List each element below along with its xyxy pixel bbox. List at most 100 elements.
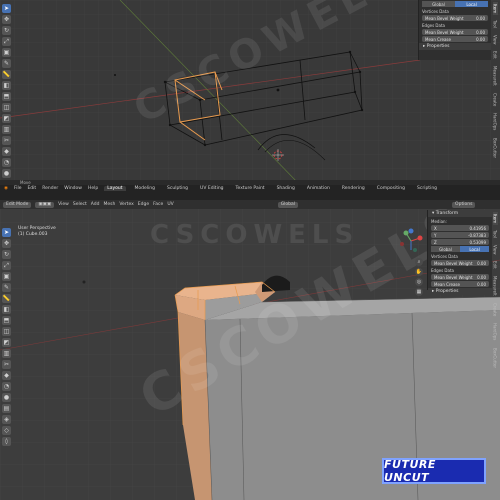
rotate-icon[interactable]: ↻	[2, 250, 11, 259]
blender-logo-icon[interactable]: ◉	[4, 186, 8, 191]
tab-item[interactable]: Item	[492, 2, 498, 16]
loopcut-icon[interactable]: ▥	[2, 125, 11, 134]
tab-measureit[interactable]: MeasureIt	[493, 274, 498, 298]
extrude-icon[interactable]: ⬒	[2, 92, 11, 101]
move-icon[interactable]: ✥	[2, 239, 11, 248]
tab-boxcutter[interactable]: BoxCutter	[493, 346, 498, 370]
tab-hardops[interactable]: HardOps	[493, 321, 498, 342]
cursor-icon[interactable]: ➤	[2, 228, 11, 237]
top-mean-crease-field[interactable]: Mean Crease 0.00	[422, 36, 488, 42]
bottom-mean-bevel-vertex-field[interactable]: Mean Bevel Weight 0.00	[431, 260, 489, 266]
menu-edit[interactable]: Edit	[27, 186, 36, 191]
tab-measureit[interactable]: MeasureIt	[493, 64, 498, 88]
bottom-properties-header[interactable]: ▸ Properties	[428, 288, 492, 295]
zoom-icon[interactable]: ⌕	[415, 258, 423, 266]
transform-icon[interactable]: ▣	[2, 48, 11, 57]
tab-item[interactable]: Item	[492, 212, 498, 226]
tab-create[interactable]: Create	[493, 91, 498, 108]
bottom-viewport-panel[interactable]: CSCOWELS CSCOWELS Edit Mode ▣▣▣ View Sel…	[0, 200, 500, 500]
bottom-global-button[interactable]: Global	[431, 246, 460, 252]
polybuild-icon[interactable]: ◆	[2, 147, 11, 156]
select-mode-buttons[interactable]: ▣▣▣	[35, 201, 55, 208]
tab-create[interactable]: Create	[493, 301, 498, 318]
tab-view[interactable]: View	[493, 243, 498, 257]
top-space-toggle[interactable]: Global Local	[422, 1, 488, 7]
tab-edit[interactable]: Edit	[493, 49, 498, 61]
median-y-field[interactable]: Y -0.87383	[431, 232, 489, 238]
median-z-field[interactable]: Z 0.53099	[431, 239, 489, 245]
top-mean-bevel-edge-field[interactable]: Mean Bevel Weight 0.00	[422, 29, 488, 35]
measure-icon[interactable]: 📏	[2, 294, 11, 303]
scale-icon[interactable]: ⤢	[2, 37, 11, 46]
workspace-tab-modeling[interactable]: Modeling	[132, 186, 158, 191]
move-icon[interactable]: ✥	[2, 15, 11, 24]
bevel-icon[interactable]: ◩	[2, 338, 11, 347]
workspace-tab-rendering[interactable]: Rendering	[339, 186, 368, 191]
spin-icon[interactable]: ◔	[2, 158, 11, 167]
bottom-space-toggle[interactable]: Global Local	[431, 246, 489, 252]
knife-icon[interactable]: ✂	[2, 360, 11, 369]
menu-window[interactable]: Window	[64, 186, 82, 191]
inset-icon[interactable]: ◫	[2, 327, 11, 336]
mode-select[interactable]: Edit Mode	[3, 201, 32, 208]
workspace-tab-sculpting[interactable]: Sculpting	[164, 186, 191, 191]
bottom-mean-crease-field[interactable]: Mean Crease 0.00	[431, 281, 489, 287]
workspace-tab-compositing[interactable]: Compositing	[374, 186, 408, 191]
top-properties-header[interactable]: ▸ Properties	[419, 43, 491, 50]
polybuild-icon[interactable]: ◆	[2, 371, 11, 380]
navigation-gizmo[interactable]	[398, 228, 424, 254]
scale-icon[interactable]: ⤢	[2, 261, 11, 270]
add-cube-icon[interactable]: ◧	[2, 81, 11, 90]
menu-edge[interactable]: Edge	[138, 202, 149, 207]
menu-select[interactable]: Select	[73, 202, 87, 207]
workspace-tab-uv-editing[interactable]: UV Editing	[197, 186, 226, 191]
measure-icon[interactable]: 📏	[2, 70, 11, 79]
camera-icon[interactable]: ◎	[415, 278, 423, 286]
workspace-tab-texture-paint[interactable]: Texture Paint	[233, 186, 268, 191]
workspace-tab-layout[interactable]: Layout	[104, 186, 126, 191]
shear-icon[interactable]: ◇	[2, 426, 11, 435]
add-cube-icon[interactable]: ◧	[2, 305, 11, 314]
menu-file[interactable]: File	[14, 186, 22, 191]
tab-tool[interactable]: Tool	[493, 18, 498, 30]
bottom-local-button[interactable]: Local	[460, 246, 489, 252]
edgeslide-icon[interactable]: ▤	[2, 404, 11, 413]
loopcut-icon[interactable]: ▥	[2, 349, 11, 358]
transform-header[interactable]: ▾ Transform	[428, 210, 492, 217]
tab-tool[interactable]: Tool	[493, 228, 498, 240]
menu-face[interactable]: Face	[153, 202, 163, 207]
rip-icon[interactable]: ◊	[2, 437, 11, 446]
workspace-tab-animation[interactable]: Animation	[304, 186, 333, 191]
menu-vertex[interactable]: Vertex	[119, 202, 133, 207]
top-viewport-panel[interactable]: CSCOWELS ➤ ✥ ↻ ⤢ ▣ ✎ 📏 ◧ ⬒ ◫ ◩ ▥ ✂ ◆ ◔ ●…	[0, 0, 500, 185]
bottom-mean-bevel-edge-field[interactable]: Mean Bevel Weight 0.00	[431, 274, 489, 280]
tab-boxcutter[interactable]: BoxCutter	[493, 136, 498, 160]
grid-view-icon[interactable]: ▦	[415, 288, 423, 296]
workspace-tab-shading[interactable]: Shading	[274, 186, 298, 191]
top-global-button[interactable]: Global	[422, 1, 455, 7]
knife-icon[interactable]: ✂	[2, 136, 11, 145]
extrude-icon[interactable]: ⬒	[2, 316, 11, 325]
menu-view[interactable]: View	[58, 202, 69, 207]
transform-icon[interactable]: ▣	[2, 272, 11, 281]
options-dropdown[interactable]: Options	[452, 201, 476, 208]
bevel-icon[interactable]: ◩	[2, 114, 11, 123]
orientation-select[interactable]: Global	[277, 201, 299, 208]
menu-help[interactable]: Help	[88, 186, 98, 191]
pan-hand-icon[interactable]: ✋	[415, 268, 423, 276]
inset-icon[interactable]: ◫	[2, 103, 11, 112]
cursor-icon[interactable]: ➤	[2, 4, 11, 13]
annotate-icon[interactable]: ✎	[2, 283, 11, 292]
menu-uv[interactable]: UV	[167, 202, 173, 207]
rotate-icon[interactable]: ↻	[2, 26, 11, 35]
annotate-icon[interactable]: ✎	[2, 59, 11, 68]
tab-hardops[interactable]: HardOps	[493, 111, 498, 132]
top-local-button[interactable]: Local	[455, 1, 488, 7]
median-x-field[interactable]: X 0.41956	[431, 225, 489, 231]
bottom-3d-viewport[interactable]	[0, 200, 500, 500]
tab-edit[interactable]: Edit	[493, 259, 498, 271]
tab-view[interactable]: View	[493, 33, 498, 47]
menu-mesh[interactable]: Mesh	[103, 202, 115, 207]
smooth-icon[interactable]: ●	[2, 169, 11, 178]
menu-add[interactable]: Add	[91, 202, 100, 207]
